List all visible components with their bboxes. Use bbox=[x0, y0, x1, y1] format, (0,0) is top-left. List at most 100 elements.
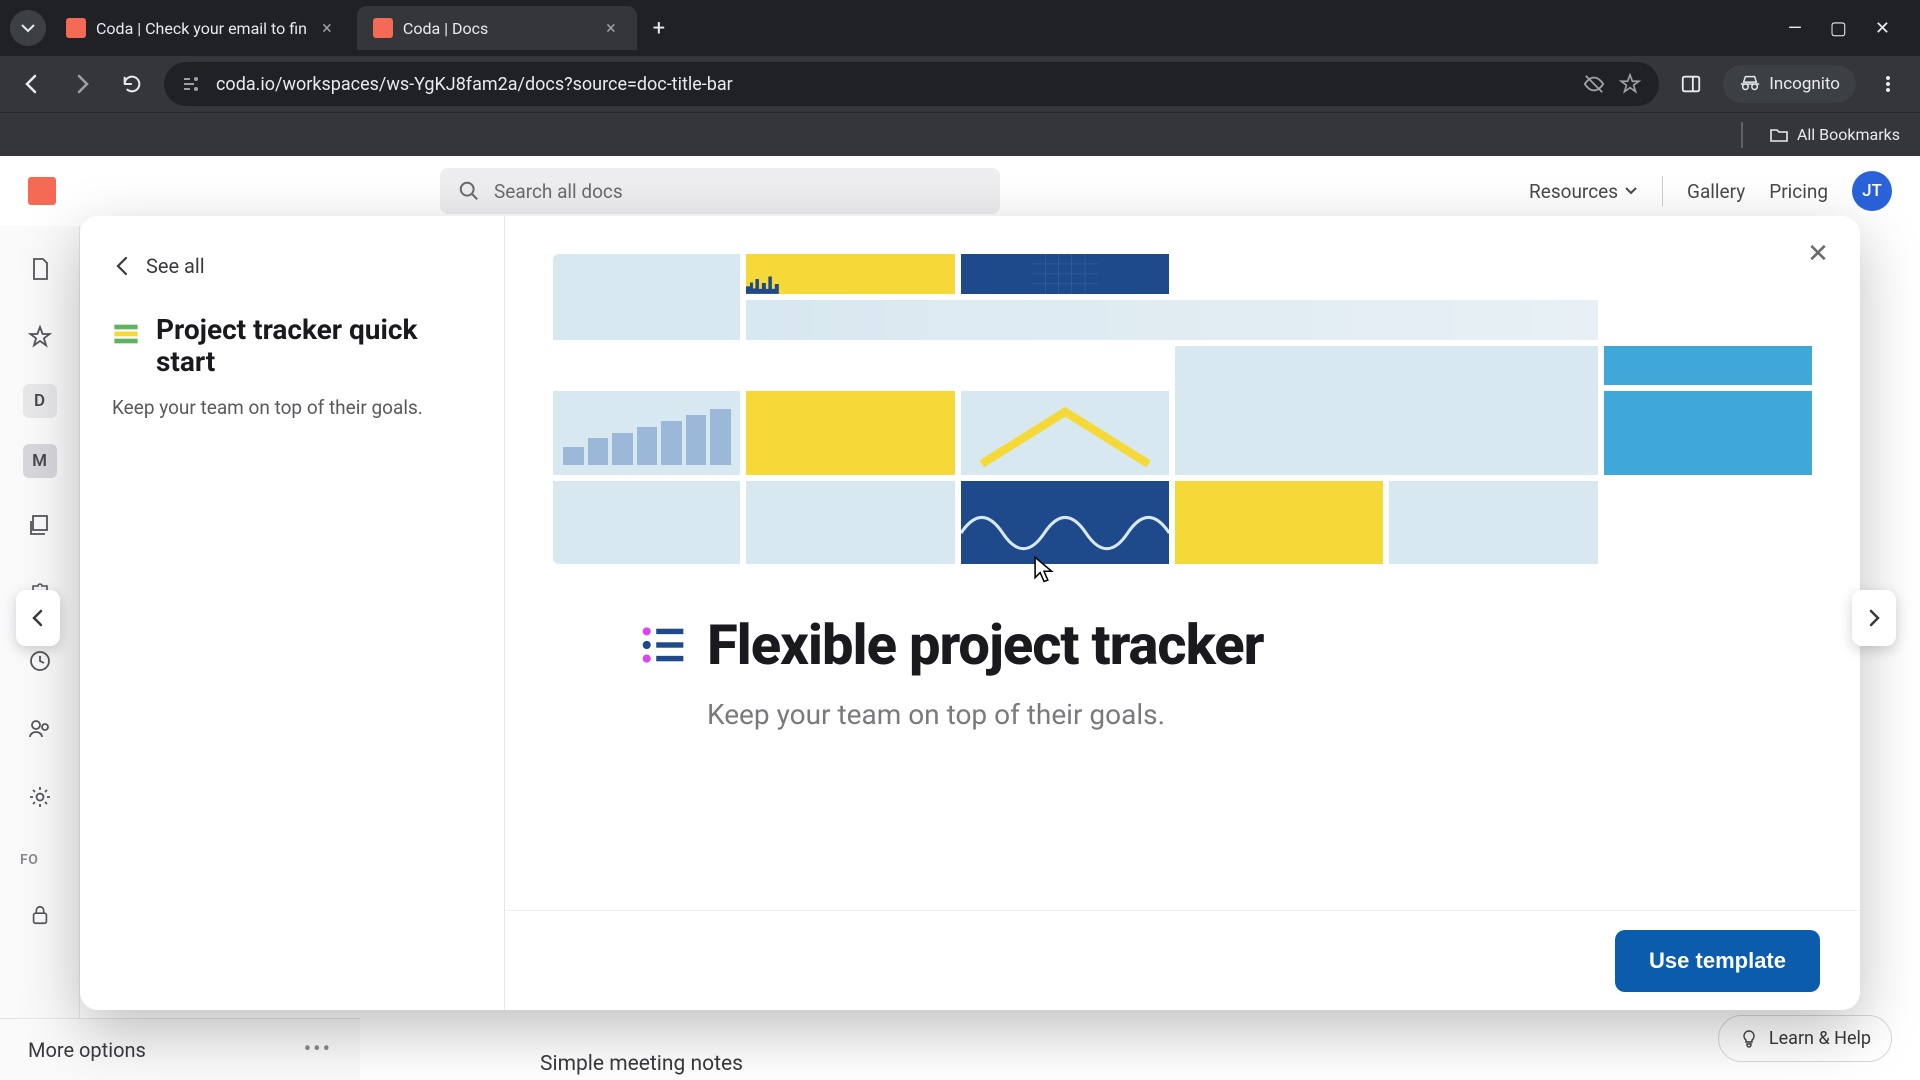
search-icon bbox=[458, 180, 480, 202]
stack-icon bbox=[28, 513, 52, 537]
gear-icon bbox=[28, 785, 52, 809]
nav-bar: coda.io/workspaces/ws-YgKJ8fam2a/docs?so… bbox=[0, 56, 1920, 112]
browser-menu-button[interactable] bbox=[1870, 66, 1906, 102]
background-doc-title: Simple meeting notes bbox=[540, 1052, 743, 1076]
bookmark-bar: All Bookmarks bbox=[0, 112, 1920, 156]
folders-section-label: FO bbox=[0, 852, 79, 868]
arrow-right-icon bbox=[70, 72, 94, 96]
bookmark-star-icon[interactable] bbox=[1619, 73, 1641, 95]
resources-dropdown[interactable]: Resources bbox=[1529, 180, 1638, 203]
content-title-row: Flexible project tracker bbox=[553, 612, 1812, 678]
hero-image bbox=[553, 254, 1812, 564]
coda-favicon-icon bbox=[373, 18, 393, 38]
close-tab-button[interactable]: × bbox=[317, 18, 337, 38]
back-button[interactable] bbox=[14, 66, 50, 102]
pricing-link[interactable]: Pricing bbox=[1769, 180, 1828, 203]
forward-button[interactable] bbox=[64, 66, 100, 102]
modal-body[interactable]: Flexible project tracker Keep your team … bbox=[505, 216, 1860, 910]
content-title: Flexible project tracker bbox=[707, 612, 1264, 678]
folder-icon bbox=[1769, 125, 1789, 145]
browser-tab-1[interactable]: Coda | Docs × bbox=[357, 6, 637, 50]
url-text: coda.io/workspaces/ws-YgKJ8fam2a/docs?so… bbox=[216, 74, 1569, 95]
chevron-down-icon bbox=[20, 20, 36, 36]
close-modal-button[interactable]: ✕ bbox=[1800, 236, 1836, 272]
reload-icon bbox=[121, 73, 143, 95]
browser-chrome: Coda | Check your email to fin × Coda | … bbox=[0, 0, 1920, 156]
list-icon bbox=[641, 626, 685, 664]
search-input[interactable]: Search all docs bbox=[440, 168, 1000, 214]
private-rail-item[interactable] bbox=[19, 894, 61, 936]
kebab-icon bbox=[1878, 74, 1898, 94]
see-all-label: See all bbox=[146, 254, 205, 278]
content-subtitle: Keep your team on top of their goals. bbox=[553, 698, 1812, 731]
site-settings-icon[interactable] bbox=[182, 74, 202, 94]
incognito-label: Incognito bbox=[1769, 74, 1840, 94]
more-options-label: More options bbox=[28, 1038, 146, 1062]
tab-title: Coda | Docs bbox=[403, 19, 591, 38]
modal-footer: Use template bbox=[505, 910, 1860, 1010]
table-icon bbox=[112, 320, 140, 348]
avatar[interactable]: JT bbox=[1852, 171, 1892, 211]
maximize-button[interactable]: ▢ bbox=[1830, 18, 1847, 39]
tracking-off-icon[interactable] bbox=[1583, 73, 1605, 95]
templates-rail-item[interactable] bbox=[19, 504, 61, 546]
members-rail-item[interactable] bbox=[19, 708, 61, 750]
learn-help-button[interactable]: Learn & Help bbox=[1718, 1015, 1892, 1062]
more-options-button[interactable]: More options ••• bbox=[0, 1018, 360, 1080]
modal-sidebar: See all Project tracker quick start Keep… bbox=[80, 216, 505, 1010]
incognito-badge[interactable]: Incognito bbox=[1723, 65, 1856, 103]
starred-rail-item[interactable] bbox=[19, 316, 61, 358]
url-bar[interactable]: coda.io/workspaces/ws-YgKJ8fam2a/docs?so… bbox=[164, 62, 1659, 106]
all-bookmarks-button[interactable]: All Bookmarks bbox=[1741, 122, 1900, 148]
template-preview-modal: See all Project tracker quick start Keep… bbox=[80, 216, 1860, 1010]
arrow-left-icon bbox=[20, 72, 44, 96]
close-tab-button[interactable]: × bbox=[601, 18, 621, 38]
search-placeholder: Search all docs bbox=[494, 180, 623, 203]
coda-favicon-icon bbox=[66, 18, 86, 38]
wave-graphic bbox=[961, 481, 1169, 564]
chevron-left-icon bbox=[28, 608, 48, 628]
lightbulb-icon bbox=[1739, 1029, 1759, 1049]
new-tab-button[interactable]: + bbox=[641, 10, 677, 46]
grid-graphic bbox=[961, 254, 1169, 294]
tab-title: Coda | Check your email to fin bbox=[96, 19, 307, 38]
carousel-prev-button[interactable] bbox=[16, 590, 60, 646]
browser-tab-0[interactable]: Coda | Check your email to fin × bbox=[50, 6, 353, 50]
arrow-left-icon bbox=[112, 255, 134, 277]
workspace-badge-d[interactable]: D bbox=[23, 384, 57, 418]
all-bookmarks-label: All Bookmarks bbox=[1797, 125, 1900, 144]
see-all-button[interactable]: See all bbox=[112, 254, 472, 278]
bar-chart-graphic bbox=[563, 406, 730, 464]
template-title: Project tracker quick start bbox=[156, 314, 472, 378]
tab-bar: Coda | Check your email to fin × Coda | … bbox=[0, 0, 1920, 56]
docs-rail-item[interactable] bbox=[19, 248, 61, 290]
workspace-badge-m[interactable]: M bbox=[23, 444, 57, 478]
carousel-next-button[interactable] bbox=[1852, 590, 1896, 646]
modal-content: ✕ bbox=[505, 216, 1860, 1010]
side-panel-button[interactable] bbox=[1673, 66, 1709, 102]
people-icon bbox=[28, 717, 52, 741]
learn-help-label: Learn & Help bbox=[1769, 1028, 1871, 1049]
lock-icon bbox=[29, 904, 51, 926]
incognito-icon bbox=[1739, 73, 1761, 95]
coda-logo-icon[interactable] bbox=[28, 177, 56, 205]
minimize-button[interactable]: — bbox=[1788, 18, 1802, 39]
gallery-link[interactable]: Gallery bbox=[1687, 180, 1745, 203]
ellipsis-icon: ••• bbox=[304, 1037, 332, 1062]
chevron-right-icon bbox=[1864, 608, 1884, 628]
trash-rail-item[interactable] bbox=[19, 640, 61, 682]
arrow-up-graphic bbox=[961, 391, 1169, 474]
template-description: Keep your team on top of their goals. bbox=[112, 394, 472, 423]
left-rail: D M FO bbox=[0, 226, 80, 1080]
template-header: Project tracker quick start bbox=[112, 314, 472, 378]
settings-rail-item[interactable] bbox=[19, 776, 61, 818]
panel-icon bbox=[1680, 73, 1702, 95]
use-template-button[interactable]: Use template bbox=[1615, 930, 1820, 992]
skyline-graphic bbox=[746, 274, 796, 294]
window-controls: — ▢ ✕ bbox=[1788, 18, 1910, 39]
close-window-button[interactable]: ✕ bbox=[1875, 18, 1890, 39]
document-icon bbox=[28, 257, 52, 281]
tab-search-dropdown[interactable] bbox=[10, 10, 46, 46]
chevron-down-icon bbox=[1624, 184, 1638, 198]
reload-button[interactable] bbox=[114, 66, 150, 102]
